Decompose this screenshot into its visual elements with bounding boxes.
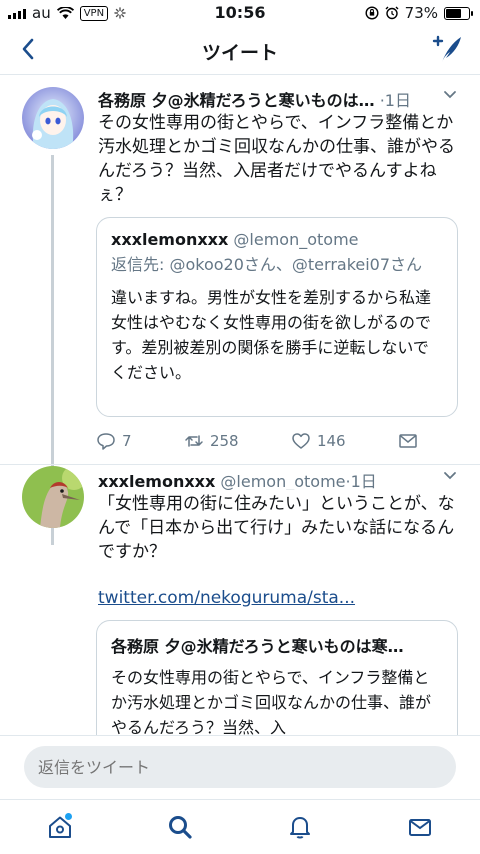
reply-icon xyxy=(97,433,115,450)
reply-to-label: 返信先: @okoo20さん、@terrakei07さん xyxy=(111,255,423,274)
heart-icon xyxy=(292,433,310,449)
page-title: ツイート xyxy=(201,42,278,64)
quoted-tweet[interactable]: 各務原 夕@氷精だろうと寒いものは寒… その女性専用の街とやらで、インフラ整備と… xyxy=(96,620,458,735)
orientation-lock-icon xyxy=(365,6,379,20)
reply-bar xyxy=(0,735,480,800)
tab-bar xyxy=(0,799,480,854)
tweet-header: 各務原 夕@氷精だろうと寒いものは… ·1日 xyxy=(98,87,458,109)
handle[interactable]: @lemon_otome xyxy=(220,472,345,490)
display-name[interactable]: xxxlemonxxx xyxy=(98,472,215,490)
tweet-time: ·1日 xyxy=(345,472,377,490)
tweet-link[interactable]: twitter.com/nekoguruma/sta... xyxy=(98,588,355,608)
tweet-actions: 7 258 146 xyxy=(96,428,418,454)
divider xyxy=(0,464,480,465)
battery-icon xyxy=(444,6,473,20)
retweet-icon xyxy=(185,435,203,447)
notification-dot xyxy=(65,813,72,820)
quoted-text: 違いますね。男性が女性を差別するから私達女性はやむなく女性専用の街を欲しがるので… xyxy=(111,288,432,382)
messages-icon xyxy=(409,819,431,836)
compose-tweet-icon[interactable] xyxy=(430,32,464,66)
status-bar: au VPN 10:56 73% xyxy=(0,0,480,26)
alarm-icon xyxy=(385,6,399,20)
retweet-button[interactable]: 258 xyxy=(184,431,239,451)
reply-count: 7 xyxy=(122,432,132,450)
avatar[interactable] xyxy=(22,466,84,528)
tab-notifications[interactable] xyxy=(280,807,320,847)
quoted-handle: @lemon_otome xyxy=(233,230,359,249)
display-name[interactable]: 各務原 夕@氷精だろうと寒いものは… xyxy=(98,91,375,109)
quoted-display-name: 各務原 夕@氷精だろうと寒いものは寒… xyxy=(111,637,404,656)
status-right: 73% xyxy=(365,4,473,22)
search-icon xyxy=(169,816,192,839)
direct-message-button[interactable] xyxy=(398,431,418,451)
tab-search[interactable] xyxy=(160,807,200,847)
tab-home[interactable] xyxy=(40,807,80,847)
tab-messages[interactable] xyxy=(400,807,440,847)
tweet-time: ·1日 xyxy=(379,91,411,109)
like-count: 146 xyxy=(316,432,346,450)
like-button[interactable]: 146 xyxy=(291,431,346,451)
tweet-text: 「女性専用の街に住みたい」ということが、なんで「日本から出て行け」みたいな話にな… xyxy=(98,494,455,562)
reply-input[interactable] xyxy=(24,746,456,788)
reply-button[interactable]: 7 xyxy=(96,431,132,451)
notifications-icon xyxy=(290,817,310,839)
retweet-count: 258 xyxy=(209,432,239,450)
battery-percent: 73% xyxy=(404,4,438,22)
quoted-tweet[interactable]: xxxlemonxxx @lemon_otome 返信先: @okoo20さん、… xyxy=(96,217,458,417)
quoted-display-name: xxxlemonxxx xyxy=(111,230,229,249)
chevron-down-icon[interactable] xyxy=(442,87,458,103)
avatar[interactable] xyxy=(22,87,84,149)
tweet-thread: 各務原 夕@氷精だろうと寒いものは… ·1日 その女性専用の街とやらで、インフラ… xyxy=(0,75,480,735)
tweet-header: xxxlemonxxx @lemon_otome·1日 xyxy=(98,468,458,490)
tweet-text: その女性専用の街とやらで、インフラ整備とか汚水処理とかゴミ回収なんかの仕事、誰が… xyxy=(98,113,455,205)
quoted-text: その女性専用の街とやらで、インフラ整備とか汚水処理とかゴミ回収なんかの仕事、誰が… xyxy=(111,668,432,735)
chevron-down-icon[interactable] xyxy=(442,468,458,484)
envelope-icon xyxy=(399,434,417,448)
nav-bar: ツイート xyxy=(0,26,480,75)
